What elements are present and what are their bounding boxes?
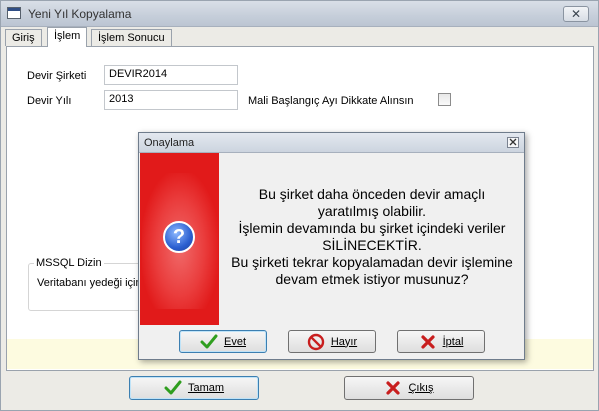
app-window-icon <box>7 7 21 19</box>
tamam-button[interactable]: Tamam <box>129 376 259 400</box>
message-line: yaratılmış olabilir. <box>317 203 427 219</box>
tab-islem-sonucu[interactable]: İşlem Sonucu <box>91 29 172 46</box>
mssql-dizin-title: MSSQL Dizin <box>34 257 104 269</box>
iptal-button[interactable]: İptal <box>397 330 485 353</box>
cikis-label: Çıkış <box>408 382 434 394</box>
close-window-button[interactable]: ✕ <box>563 6 589 22</box>
evet-label: Evet <box>223 335 246 348</box>
hayir-label: Hayır <box>330 335 358 348</box>
mali-baslangic-checkbox[interactable] <box>438 93 451 106</box>
dialog-close-button[interactable] <box>507 137 519 148</box>
dialog-title: Onaylama <box>144 137 195 149</box>
tab-islem[interactable]: İşlem <box>47 27 88 47</box>
cikis-button[interactable]: Çıkış <box>344 376 474 400</box>
hayir-button[interactable]: Hayır <box>288 330 376 353</box>
close-icon <box>509 138 517 146</box>
x-icon <box>386 381 401 395</box>
onaylama-dialog: Onaylama ? Bu şirket daha önceden devir … <box>138 132 525 360</box>
title-bar[interactable]: Yeni Yıl Kopyalama ✕ <box>1 1 598 27</box>
devir-sirketi-label: Devir Şirketi <box>27 70 87 82</box>
devir-sirketi-field[interactable]: DEVIR2014 <box>104 65 238 85</box>
evet-button[interactable]: Evet <box>179 330 267 353</box>
message-line: Bu şirketi tekrar kopyalamadan devir işl… <box>231 254 513 270</box>
check-icon <box>200 334 218 348</box>
no-entry-icon <box>307 333 325 350</box>
window-title: Yeni Yıl Kopyalama <box>28 7 132 21</box>
message-line: devam etmek istiyor musunuz? <box>275 271 469 287</box>
veritabani-yedegi-label: Veritabanı yedeği için <box>37 277 142 289</box>
dialog-message: Bu şirket daha önceden devir amaçlı yara… <box>219 186 525 288</box>
check-icon <box>164 380 182 395</box>
tamam-label: Tamam <box>187 382 225 394</box>
question-icon: ? <box>163 221 195 253</box>
iptal-label: İptal <box>442 335 464 348</box>
message-line: Bu şirket daha önceden devir amaçlı <box>258 186 486 202</box>
message-line: İşlemin devamında bu şirket içindeki ver… <box>238 220 506 236</box>
mali-baslangic-label: Mali Başlangıç Ayı Dikkate Alınsın <box>248 95 414 107</box>
x-icon <box>420 334 435 349</box>
message-line: SİLİNECEKTİR. <box>322 237 422 253</box>
dialog-title-bar[interactable]: Onaylama <box>139 133 524 153</box>
devir-yili-label: Devir Yılı <box>27 95 72 107</box>
tab-giris[interactable]: Giriş <box>5 29 42 46</box>
devir-yili-field[interactable]: 2013 <box>104 90 238 110</box>
